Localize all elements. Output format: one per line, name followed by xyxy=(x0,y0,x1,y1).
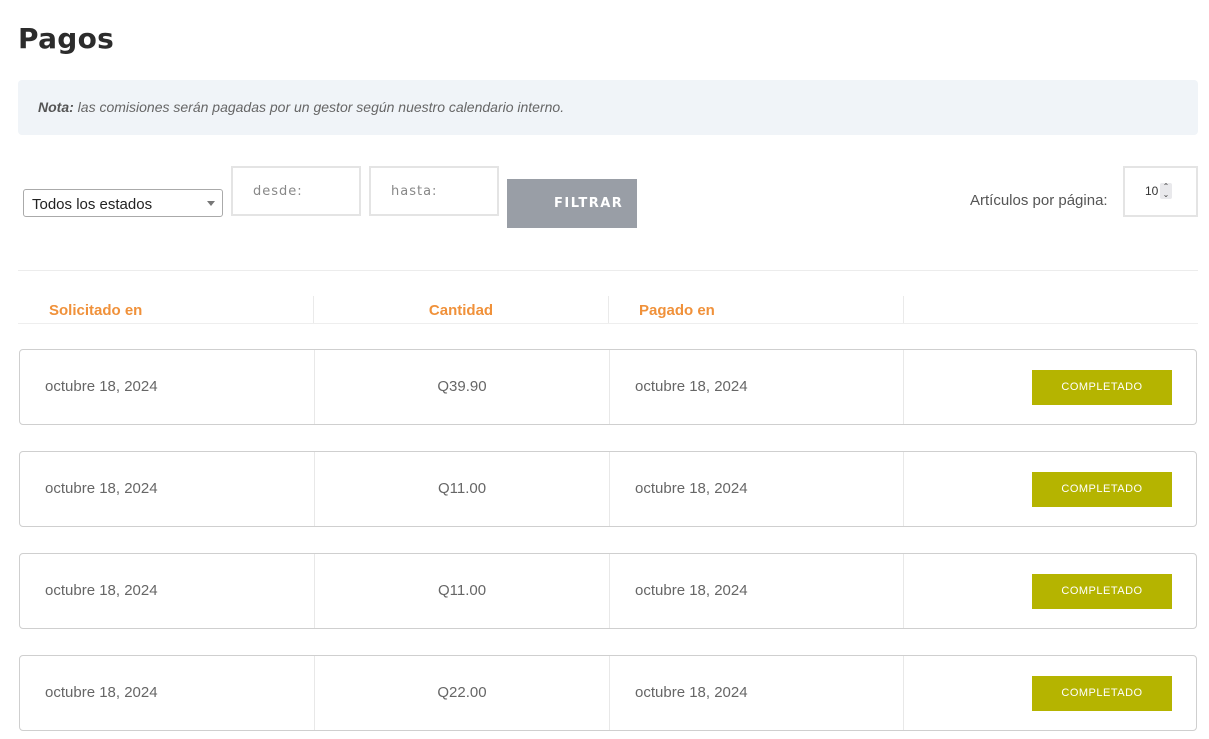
cell-requested: octubre 18, 2024 xyxy=(45,582,158,599)
status-select-value: Todos los estados xyxy=(32,196,153,213)
header-amount: Cantidad xyxy=(313,296,608,323)
note-label: Nota: xyxy=(38,99,74,115)
note-box: Nota: las comisiones serán pagadas por u… xyxy=(18,80,1198,135)
cell-requested: octubre 18, 2024 xyxy=(45,378,158,395)
status-badge: COMPLETADO xyxy=(1032,574,1172,609)
cell-paid: octubre 18, 2024 xyxy=(609,554,903,628)
table-top-border xyxy=(18,270,1198,271)
status-select[interactable]: Todos los estados xyxy=(23,189,223,217)
cell-amount: Q11.00 xyxy=(314,554,609,628)
status-badge: COMPLETADO xyxy=(1032,676,1172,711)
table-row: octubre 18, 2024 Q11.00 octubre 18, 2024… xyxy=(19,451,1197,527)
per-page-input[interactable]: 10 ⌃ ⌄ xyxy=(1123,166,1198,217)
filter-button[interactable]: FILTRAR xyxy=(507,179,637,228)
cell-paid: octubre 18, 2024 xyxy=(609,656,903,730)
cell-requested: octubre 18, 2024 xyxy=(45,684,158,701)
header-requested: Solicitado en xyxy=(49,302,143,319)
header-status xyxy=(903,296,1198,323)
header-paid: Pagado en xyxy=(608,296,903,323)
page-title: Pagos xyxy=(18,22,115,55)
per-page-label: Artículos por página: xyxy=(970,192,1108,209)
cell-requested: octubre 18, 2024 xyxy=(45,480,158,497)
per-page-value: 10 xyxy=(1145,184,1159,198)
date-from-input[interactable]: desde: xyxy=(231,166,361,216)
cell-amount: Q22.00 xyxy=(314,656,609,730)
cell-amount: Q11.00 xyxy=(314,452,609,526)
cell-amount: Q39.90 xyxy=(314,350,609,424)
date-to-input[interactable]: hasta: xyxy=(369,166,499,216)
status-badge: COMPLETADO xyxy=(1032,472,1172,507)
table-row: octubre 18, 2024 Q11.00 octubre 18, 2024… xyxy=(19,553,1197,629)
date-from-placeholder: desde: xyxy=(253,184,303,199)
table-row: octubre 18, 2024 Q22.00 octubre 18, 2024… xyxy=(19,655,1197,731)
cell-paid: octubre 18, 2024 xyxy=(609,350,903,424)
table-row: octubre 18, 2024 Q39.90 octubre 18, 2024… xyxy=(19,349,1197,425)
date-to-placeholder: hasta: xyxy=(391,184,438,199)
cell-paid: octubre 18, 2024 xyxy=(609,452,903,526)
status-badge: COMPLETADO xyxy=(1032,370,1172,405)
note-text: las comisiones serán pagadas por un gest… xyxy=(77,99,565,115)
spinner-icon[interactable]: ⌃ ⌄ xyxy=(1160,183,1172,199)
chevron-down-icon xyxy=(207,201,215,206)
table-header: Solicitado en Cantidad Pagado en xyxy=(18,296,1198,324)
